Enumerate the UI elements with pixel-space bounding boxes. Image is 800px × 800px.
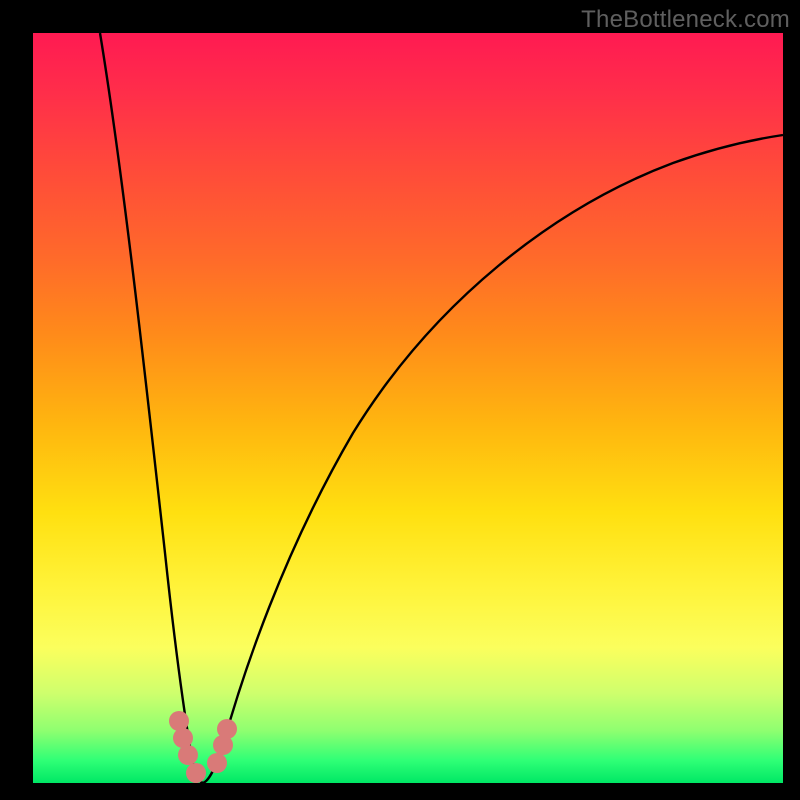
chart-frame: TheBottleneck.com	[0, 0, 800, 800]
marker-dot	[217, 719, 237, 739]
watermark-text: TheBottleneck.com	[581, 6, 790, 34]
left-curve	[100, 33, 203, 783]
marker-dot	[186, 763, 206, 783]
marker-dot	[169, 711, 189, 731]
marker-dot	[178, 745, 198, 765]
right-curve	[203, 135, 783, 783]
marker-dot	[207, 753, 227, 773]
marker-group	[169, 711, 237, 783]
marker-dot	[173, 728, 193, 748]
chart-svg	[33, 33, 783, 783]
